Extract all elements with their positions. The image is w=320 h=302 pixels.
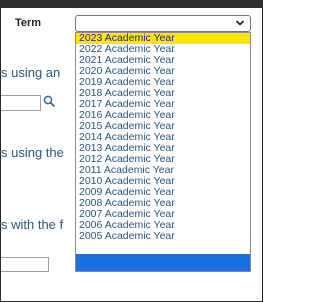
text-fragment-with-the: s with the f [1, 217, 64, 232]
lookup-input[interactable] [1, 95, 41, 111]
page-frame: Term s using an s using the s with the f… [0, 0, 263, 302]
search-icon[interactable] [43, 95, 56, 108]
top-border-bar [1, 1, 262, 8]
term-dropdown-list[interactable]: 2023 Academic Year 2022 Academic Year 2021… [75, 32, 251, 272]
text-fragment-using-an: s using an [1, 65, 61, 80]
dropdown-bottom-highlight [76, 254, 250, 271]
term-select[interactable] [75, 15, 251, 32]
chevron-down-icon [235, 20, 245, 26]
filter-input[interactable] [1, 257, 49, 272]
dropdown-option[interactable]: 2005 Academic Year [76, 231, 250, 242]
text-fragment-using-the: s using the [1, 145, 64, 160]
term-label: Term [15, 17, 42, 29]
